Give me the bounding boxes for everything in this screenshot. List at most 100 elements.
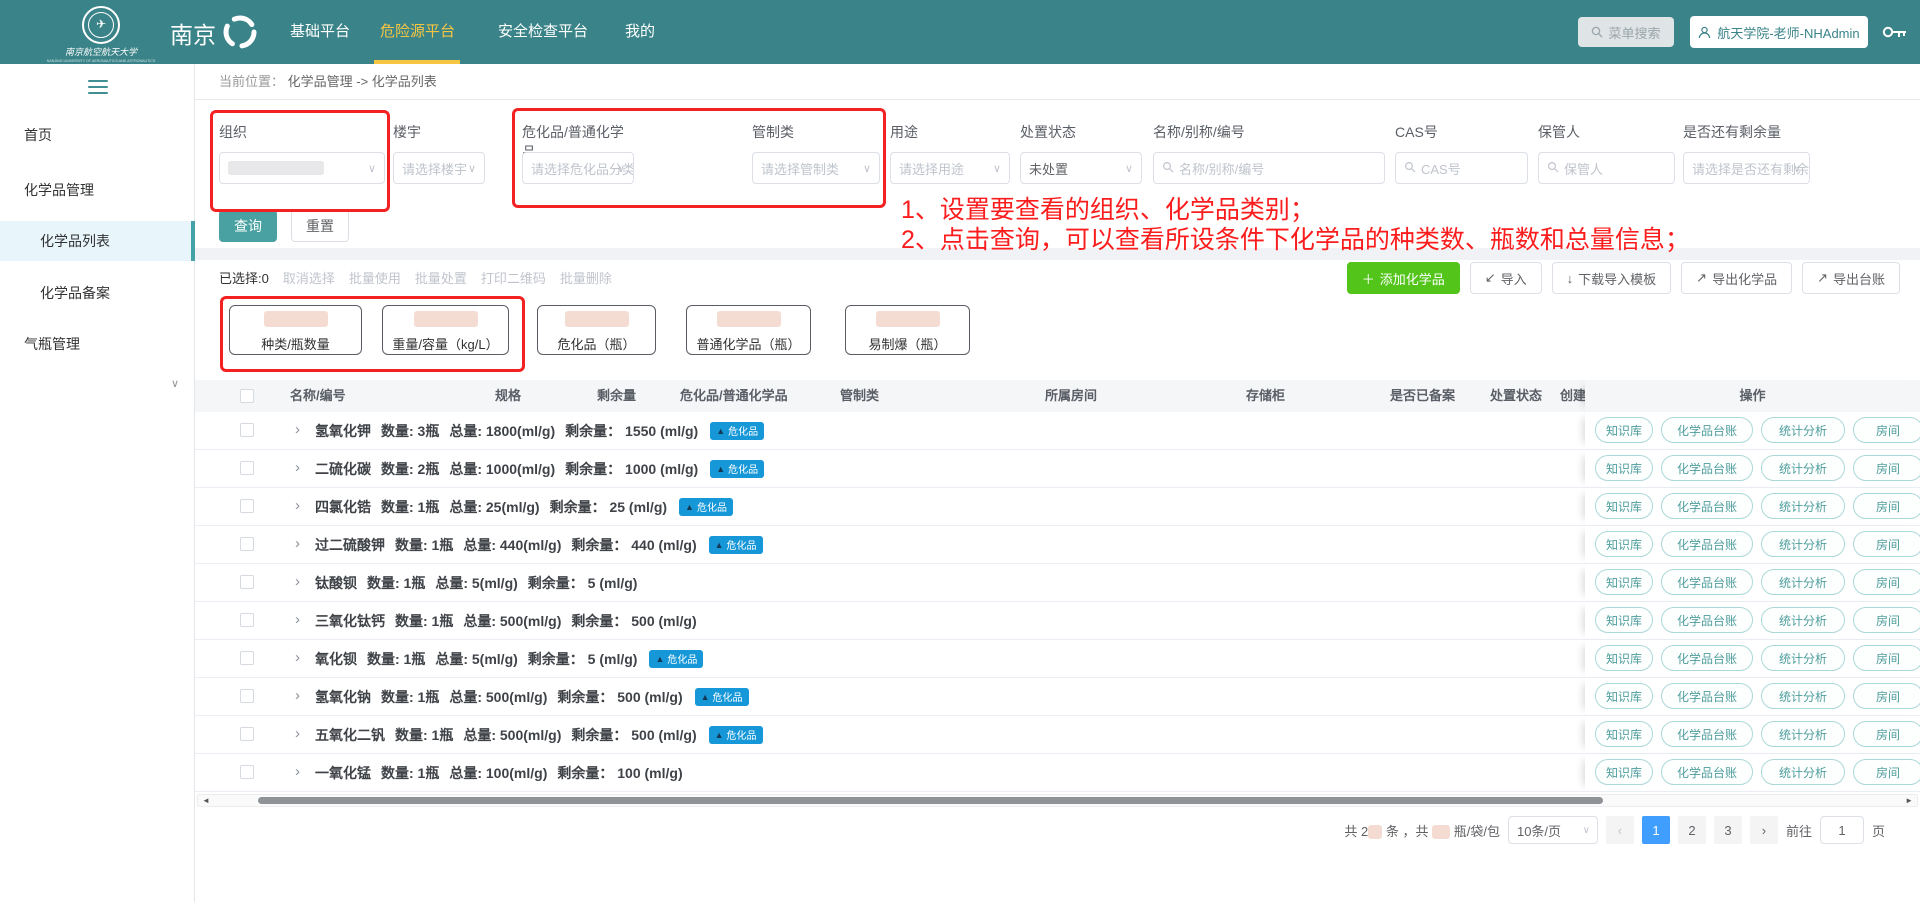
user-account-button[interactable]: 航天学院-老师-NHAdmin	[1690, 16, 1868, 48]
scroll-left-icon[interactable]: ◄	[202, 795, 210, 806]
expand-icon[interactable]: ›	[295, 611, 300, 628]
row-action-statistics[interactable]: 统计分析	[1761, 645, 1845, 671]
row-action-statistics[interactable]: 统计分析	[1761, 759, 1845, 785]
filter-keeper-search-input[interactable]: 保管人	[1538, 152, 1675, 184]
row-action-statistics[interactable]: 统计分析	[1761, 569, 1845, 595]
expand-icon[interactable]: ›	[295, 421, 300, 438]
batch-link-3[interactable]: 打印二维码	[481, 268, 546, 287]
row-checkbox[interactable]	[240, 727, 254, 741]
row-action-knowledge-base[interactable]: 知识库	[1595, 417, 1653, 443]
row-checkbox[interactable]	[240, 499, 254, 513]
menu-search-button[interactable]: 菜单搜索	[1578, 17, 1674, 47]
row-action-chemical-ledger[interactable]: 化学品台账	[1661, 493, 1753, 519]
row-action-knowledge-base[interactable]: 知识库	[1595, 759, 1653, 785]
expand-icon[interactable]: ›	[295, 763, 300, 780]
row-action-chemical-ledger[interactable]: 化学品台账	[1661, 645, 1753, 671]
row-action-knowledge-base[interactable]: 知识库	[1595, 607, 1653, 633]
filter-controlled-class-select[interactable]: 请选择管制类∨	[752, 152, 880, 184]
row-action-statistics[interactable]: 统计分析	[1761, 683, 1845, 709]
horizontal-scrollbar[interactable]: ◄ ►	[197, 794, 1918, 807]
row-action-statistics[interactable]: 统计分析	[1761, 455, 1845, 481]
row-action-statistics[interactable]: 统计分析	[1761, 721, 1845, 747]
expand-icon[interactable]: ›	[295, 725, 300, 742]
row-action-chemical-ledger[interactable]: 化学品台账	[1661, 759, 1753, 785]
add-chemical-button[interactable]: ＋添加化学品	[1347, 262, 1460, 294]
row-action-chemical-ledger[interactable]: 化学品台账	[1661, 531, 1753, 557]
row-checkbox[interactable]	[240, 423, 254, 437]
query-button[interactable]: 查询	[219, 210, 277, 242]
row-action-knowledge-base[interactable]: 知识库	[1595, 721, 1653, 747]
jump-page-input[interactable]	[1820, 816, 1864, 844]
row-action-room[interactable]: 房间	[1853, 607, 1920, 633]
nav-tab-3[interactable]: 我的	[625, 0, 655, 64]
row-action-room[interactable]: 房间	[1853, 493, 1920, 519]
expand-icon[interactable]: ›	[295, 649, 300, 666]
row-action-statistics[interactable]: 统计分析	[1761, 417, 1845, 443]
row-action-chemical-ledger[interactable]: 化学品台账	[1661, 417, 1753, 443]
filter-cas-search-input[interactable]: CAS号	[1395, 152, 1528, 184]
batch-link-1[interactable]: 批量使用	[349, 268, 401, 287]
row-checkbox[interactable]	[240, 537, 254, 551]
select-all-checkbox[interactable]	[240, 389, 254, 403]
sidebar-item-chemical-list[interactable]: 化学品列表	[0, 221, 195, 261]
page-size-select[interactable]: 10条/页 ∨	[1508, 816, 1598, 844]
import-button[interactable]: ↙导入	[1470, 262, 1542, 294]
row-action-knowledge-base[interactable]: 知识库	[1595, 683, 1653, 709]
page-button-1[interactable]: 1	[1642, 816, 1670, 844]
reset-button[interactable]: 重置	[291, 210, 349, 242]
expand-icon[interactable]: ›	[295, 497, 300, 514]
row-checkbox[interactable]	[240, 765, 254, 779]
sidebar-item-chemical-record[interactable]: 化学品备案	[0, 273, 195, 313]
scroll-right-icon[interactable]: ►	[1905, 795, 1913, 806]
row-action-statistics[interactable]: 统计分析	[1761, 531, 1845, 557]
row-action-chemical-ledger[interactable]: 化学品台账	[1661, 569, 1753, 595]
row-action-room[interactable]: 房间	[1853, 417, 1920, 443]
row-action-room[interactable]: 房间	[1853, 683, 1920, 709]
page-button-3[interactable]: 3	[1714, 816, 1742, 844]
row-action-room[interactable]: 房间	[1853, 531, 1920, 557]
nav-tab-2[interactable]: 安全检查平台	[498, 0, 588, 64]
row-action-chemical-ledger[interactable]: 化学品台账	[1661, 721, 1753, 747]
sidebar-collapse-icon[interactable]	[88, 76, 108, 98]
row-action-knowledge-base[interactable]: 知识库	[1595, 531, 1653, 557]
row-action-chemical-ledger[interactable]: 化学品台账	[1661, 455, 1753, 481]
expand-icon[interactable]: ›	[295, 687, 300, 704]
export-chemical-button[interactable]: ↗导出化学品	[1681, 262, 1792, 294]
expand-icon[interactable]: ›	[295, 573, 300, 590]
sidebar-item-chemical-management[interactable]: 化学品管理 ∧	[0, 170, 195, 210]
row-action-statistics[interactable]: 统计分析	[1761, 493, 1845, 519]
scrollbar-thumb[interactable]	[258, 797, 1603, 804]
next-page-button[interactable]: ›	[1750, 816, 1778, 844]
prev-page-button[interactable]: ‹	[1606, 816, 1634, 844]
download-template-button[interactable]: ↓下载导入模板	[1552, 262, 1672, 294]
filter-disposal-status-select[interactable]: 未处置∨	[1020, 152, 1142, 184]
expand-icon[interactable]: ›	[295, 535, 300, 552]
row-action-room[interactable]: 房间	[1853, 721, 1920, 747]
row-action-room[interactable]: 房间	[1853, 645, 1920, 671]
page-button-2[interactable]: 2	[1678, 816, 1706, 844]
row-action-knowledge-base[interactable]: 知识库	[1595, 455, 1653, 481]
batch-link-4[interactable]: 批量删除	[560, 268, 612, 287]
row-checkbox[interactable]	[240, 613, 254, 627]
filter-remaining-select-select[interactable]: 请选择是否还有剩余∨	[1683, 152, 1810, 184]
row-action-room[interactable]: 房间	[1853, 455, 1920, 481]
row-action-room[interactable]: 房间	[1853, 759, 1920, 785]
row-action-knowledge-base[interactable]: 知识库	[1595, 569, 1653, 595]
batch-link-2[interactable]: 批量处置	[415, 268, 467, 287]
filter-name-search-input[interactable]: 名称/别称/编号	[1153, 152, 1385, 184]
filter-hazard-category-select[interactable]: 请选择危化品分类∨	[522, 152, 634, 184]
row-checkbox[interactable]	[240, 689, 254, 703]
row-checkbox[interactable]	[240, 651, 254, 665]
filter-building-select[interactable]: 请选择楼宇∨	[393, 152, 485, 184]
row-action-chemical-ledger[interactable]: 化学品台账	[1661, 683, 1753, 709]
nav-tab-0[interactable]: 基础平台	[290, 0, 350, 64]
row-action-chemical-ledger[interactable]: 化学品台账	[1661, 607, 1753, 633]
sidebar-item-home[interactable]: 首页	[0, 115, 195, 155]
filter-usage-select[interactable]: 请选择用途∨	[890, 152, 1010, 184]
row-action-knowledge-base[interactable]: 知识库	[1595, 493, 1653, 519]
row-checkbox[interactable]	[240, 575, 254, 589]
row-action-room[interactable]: 房间	[1853, 569, 1920, 595]
batch-link-0[interactable]: 取消选择	[283, 268, 335, 287]
row-action-knowledge-base[interactable]: 知识库	[1595, 645, 1653, 671]
nav-tab-1[interactable]: 危险源平台	[380, 0, 455, 64]
